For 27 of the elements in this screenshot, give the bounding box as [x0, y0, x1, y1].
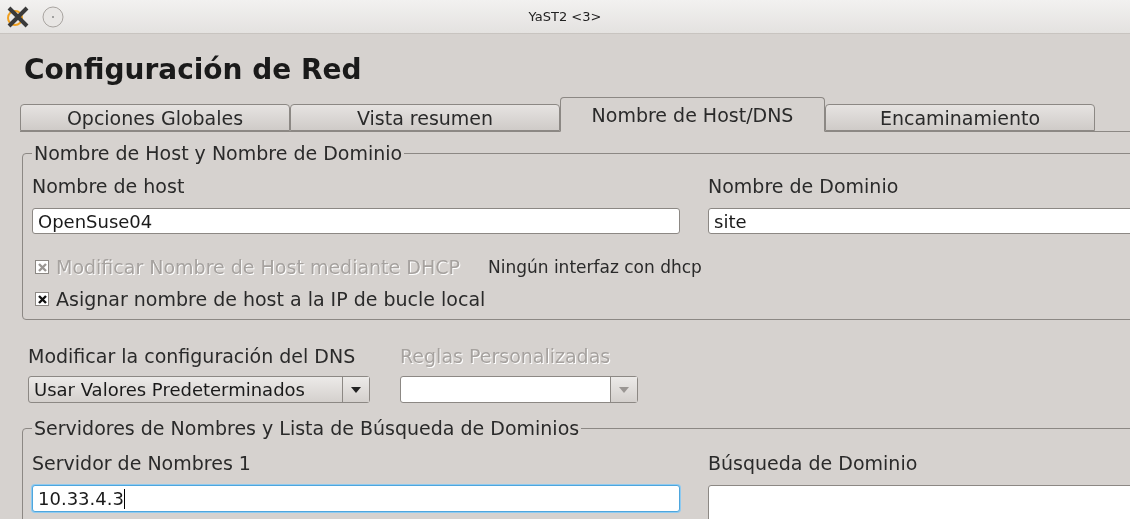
field-label: Nombre de Dominio	[708, 175, 900, 197]
cross-icon	[37, 262, 47, 272]
group-title: Nombre de Host y Nombre de Dominio	[33, 142, 404, 164]
checkbox[interactable]	[35, 292, 49, 306]
status-note: Ningún interfaz con dhcp	[487, 257, 702, 277]
caret-icon	[619, 386, 629, 393]
window-menu-button[interactable]	[42, 5, 64, 28]
rules-dropdown[interactable]	[400, 376, 638, 403]
window-title: YaST2 <3>	[528, 9, 602, 24]
tab[interactable]: Nombre de Host/DNS	[560, 97, 825, 132]
field-label: Modificar la configuración del DNS	[28, 345, 357, 367]
tab[interactable]: Opciones Globales	[20, 104, 290, 131]
page-heading: Configuración de Red	[24, 52, 363, 88]
nameserver-field[interactable]: 10.33.4.3	[32, 485, 680, 512]
caret-icon	[351, 386, 361, 393]
checkbox-label: Asignar nombre de host a la IP de bucle local	[56, 288, 486, 310]
cross-icon	[37, 294, 47, 304]
domain-field[interactable]: site	[708, 208, 1130, 234]
field-label: Búsqueda de Dominio	[708, 452, 919, 474]
tab[interactable]: Encaminamiento	[825, 104, 1095, 131]
tab[interactable]: Vista resumen	[290, 104, 560, 131]
hostname-field[interactable]: OpenSuse04	[32, 208, 680, 234]
group-title: Servidores de Nombres y Lista de Búsqueda de Dominios	[33, 417, 581, 439]
dns-mode-dropdown[interactable]: Usar Valores Predeterminados	[28, 376, 370, 403]
field-label: Servidor de Nombres 1	[32, 452, 252, 474]
app-logo-icon	[6, 4, 30, 29]
field-label: Nombre de host	[32, 175, 186, 197]
